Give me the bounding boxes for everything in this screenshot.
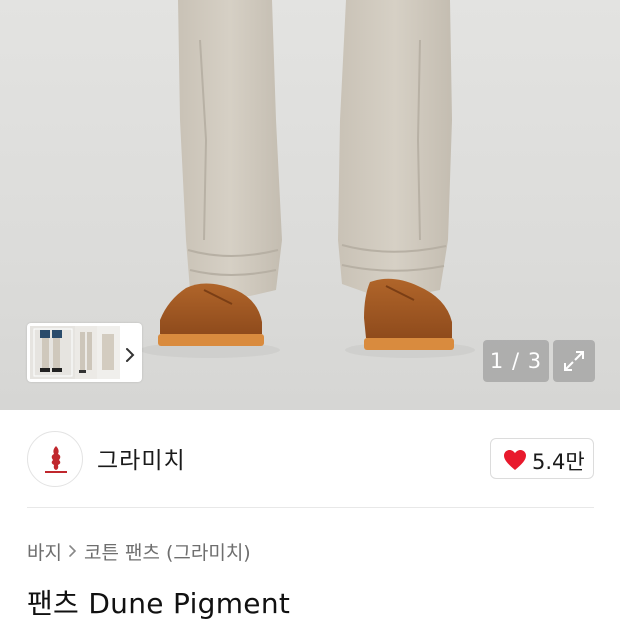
chevron-right-icon[interactable] <box>120 342 135 362</box>
heart-icon <box>504 450 526 470</box>
breadcrumb-item-pants[interactable]: 바지 <box>27 538 62 565</box>
product-image-gallery[interactable]: 1 / 3 <box>0 0 620 410</box>
thumbnail-images[interactable] <box>30 326 120 379</box>
image-counter: 1 / 3 <box>483 340 549 382</box>
expand-icon <box>564 351 584 371</box>
brand-logo-mark <box>45 446 67 473</box>
divider <box>27 507 594 508</box>
thumbnail-strip[interactable] <box>27 323 142 382</box>
chevron-right-icon <box>62 541 84 561</box>
product-title: 팬츠 Dune Pigment <box>27 587 291 620</box>
breadcrumb: 바지 코튼 팬츠 (그라미치) <box>27 537 251 565</box>
brand-logo[interactable] <box>27 431 83 487</box>
expand-button[interactable] <box>553 340 595 382</box>
like-button[interactable]: 5.4만 <box>490 438 594 479</box>
brand-row: 그라미치 5.4만 <box>0 410 620 508</box>
like-count: 5.4만 <box>532 450 585 474</box>
breadcrumb-item-cotton-pants[interactable]: 코튼 팬츠 (그라미치) <box>84 538 251 565</box>
brand-name[interactable]: 그라미치 <box>97 441 186 475</box>
